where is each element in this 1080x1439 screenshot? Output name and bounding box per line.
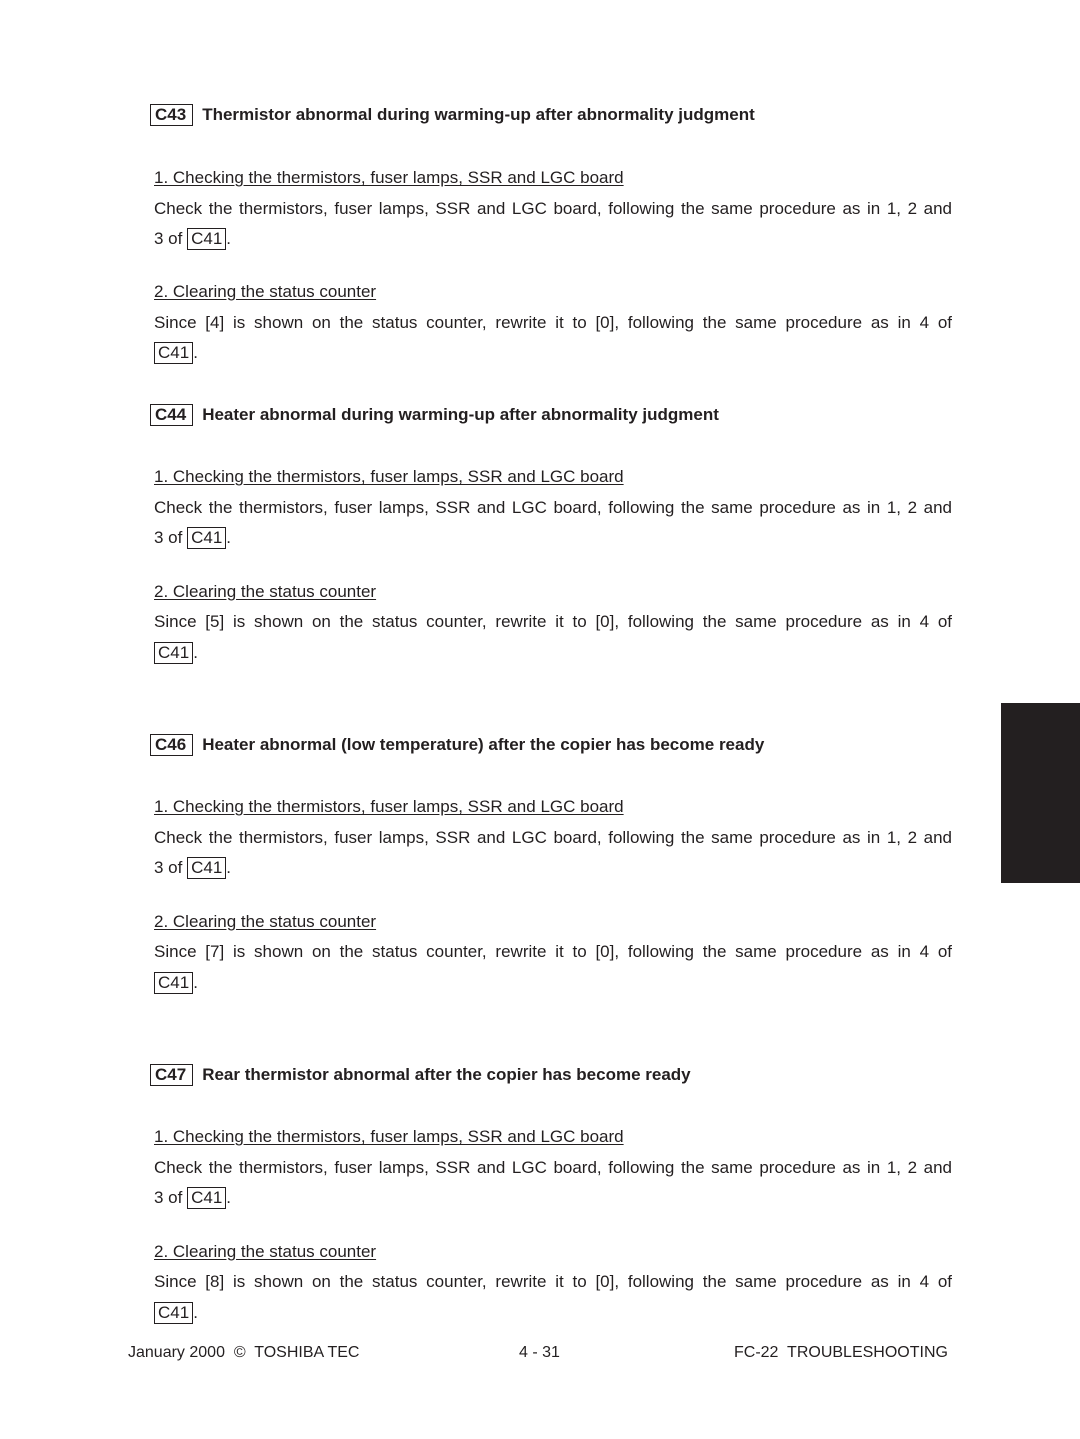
step2-continuation: C41. [154, 1302, 198, 1324]
step1-text: Check the thermistors, fuser lamps, SSR … [154, 199, 952, 218]
section-title: Rear thermistor abnormal after the copie… [202, 1065, 691, 1084]
reference-code-box: C41 [187, 857, 227, 879]
step2-title: 2. Clearing the status counter [154, 582, 377, 601]
period: . [193, 1303, 198, 1322]
step2-text: Since [5] is shown on the status counter… [154, 612, 952, 631]
reference-code-box: C41 [154, 972, 194, 994]
step1-continuation: 3 of C41. [154, 527, 231, 549]
section-heading: C44 Heater abnormal during warming-up aft… [150, 404, 719, 426]
step1-title: 1. Checking the thermistors, fuser lamps… [154, 467, 624, 486]
footer-left: January 2000 © TOSHIBA TEC [128, 1344, 360, 1361]
section-title: Heater abnormal (low temperature) after … [202, 735, 765, 754]
period: . [226, 229, 232, 248]
step1-cont-prefix: 3 of [154, 858, 183, 877]
step1-continuation: 3 of C41. [154, 1187, 231, 1209]
reference-code-box: C41 [154, 1302, 194, 1324]
step2-text: Since [8] is shown on the status counter… [154, 1272, 952, 1291]
error-code-box: C44 [150, 404, 194, 426]
step1-title: 1. Checking the thermistors, fuser lamps… [154, 1127, 624, 1146]
step2-continuation: C41. [154, 972, 198, 994]
step1-title: 1. Checking the thermistors, fuser lamps… [154, 168, 624, 187]
section-heading: C46 Heater abnormal (low temperature) aft… [150, 734, 764, 756]
section-title: Heater abnormal during warming-up after … [202, 405, 719, 424]
step2-continuation: C41. [154, 642, 198, 664]
footer-right: FC-22 TROUBLESHOOTING [734, 1344, 948, 1361]
step2-continuation: C41. [154, 342, 198, 364]
reference-code-box: C41 [187, 228, 227, 250]
step1-text: Check the thermistors, fuser lamps, SSR … [154, 828, 952, 847]
reference-code-box: C41 [154, 342, 194, 364]
error-code-box: C46 [150, 734, 194, 756]
period: . [226, 858, 232, 877]
reference-code-box: C41 [154, 642, 194, 664]
step1-text: Check the thermistors, fuser lamps, SSR … [154, 1158, 952, 1177]
step2-text: Since [7] is shown on the status counter… [154, 942, 952, 961]
document-page: C43 Thermistor abnormal during warming-up… [0, 0, 1080, 1439]
step2-title: 2. Clearing the status counter [154, 1242, 377, 1261]
section-heading: C43 Thermistor abnormal during warming-up… [150, 104, 755, 126]
step2-title: 2. Clearing the status counter [154, 912, 377, 931]
step1-title: 1. Checking the thermistors, fuser lamps… [154, 797, 624, 816]
section-heading: C47 Rear thermistor abnormal after the co… [150, 1064, 691, 1086]
reference-code-box: C41 [187, 527, 227, 549]
step1-continuation: 3 of C41. [154, 228, 231, 250]
period: . [193, 343, 198, 362]
period: . [193, 643, 198, 662]
period: . [193, 973, 198, 992]
step1-cont-prefix: 3 of [154, 528, 183, 547]
period: . [226, 1188, 232, 1207]
section-title: Thermistor abnormal during warming-up af… [202, 105, 755, 124]
reference-code-box: C41 [187, 1187, 227, 1209]
step1-continuation: 3 of C41. [154, 857, 231, 879]
footer-page-number: 4 - 31 [519, 1344, 560, 1361]
error-code-box: C43 [150, 104, 194, 126]
step1-text: Check the thermistors, fuser lamps, SSR … [154, 498, 952, 517]
step2-text: Since [4] is shown on the status counter… [154, 313, 952, 332]
error-code-box: C47 [150, 1064, 194, 1086]
step2-title: 2. Clearing the status counter [154, 282, 377, 301]
chapter-side-tab [1001, 703, 1080, 883]
step1-cont-prefix: 3 of [154, 229, 183, 248]
period: . [226, 528, 232, 547]
step1-cont-prefix: 3 of [154, 1188, 183, 1207]
